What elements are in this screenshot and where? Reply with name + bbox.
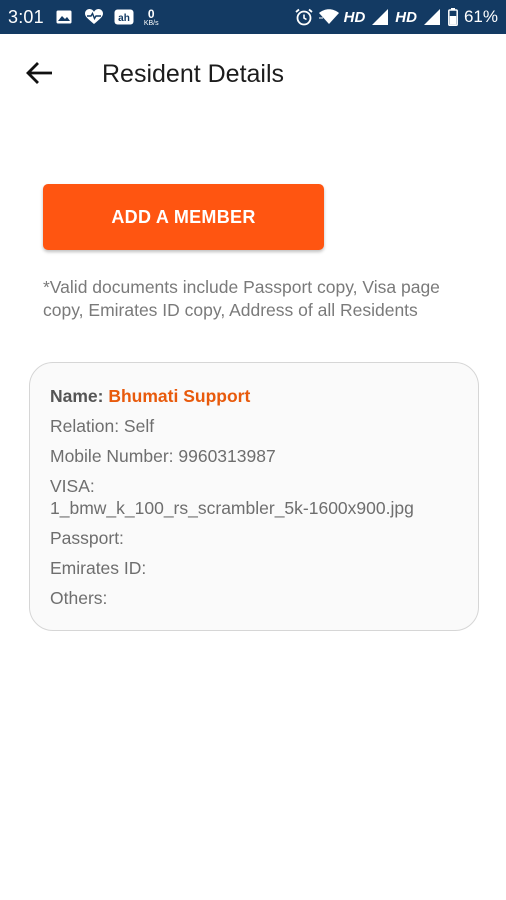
wifi-icon [318, 8, 339, 26]
app-notification-icon: ah [114, 8, 134, 26]
resident-relation: Relation: Self [50, 416, 155, 436]
network-speed: 0 KB/s [144, 8, 159, 27]
gallery-icon [54, 8, 74, 26]
status-bar: 3:01 ah 0 KB/s HD HD 61% [0, 0, 506, 34]
heart-pulse-icon [84, 8, 104, 26]
resident-name-row: Name: Bhumati Support [50, 385, 458, 407]
resident-passport: Passport: [50, 528, 124, 548]
page-title: Resident Details [102, 60, 285, 88]
status-time: 3:01 [8, 6, 44, 27]
network-type-1: HD [343, 8, 366, 26]
resident-others: Others: [50, 588, 108, 608]
resident-mobile: Mobile Number: 9960313987 [50, 446, 276, 466]
resident-visa-label: VISA: [50, 476, 95, 496]
network-speed-value: 0 [147, 6, 155, 21]
alarm-icon [294, 8, 314, 26]
network-type-2: HD [395, 8, 417, 26]
resident-card[interactable]: Name: Bhumati Support Relation: Self Mob… [29, 362, 479, 631]
status-bar-right: HD HD 61% [294, 7, 498, 27]
svg-text:ah: ah [118, 13, 130, 24]
signal-icon [370, 8, 390, 26]
app-bar: Resident Details [0, 34, 506, 114]
add-member-button[interactable]: ADD A MEMBER [43, 184, 324, 250]
status-bar-left: 3:01 ah 0 KB/s [8, 7, 159, 28]
arrow-left-icon [26, 62, 52, 84]
resident-name-label: Name: [50, 386, 109, 406]
resident-emirates-id: Emirates ID: [50, 558, 147, 578]
network-speed-unit: KB/s [143, 19, 159, 27]
battery-percent: 61% [463, 7, 498, 26]
signal-icon [422, 8, 442, 26]
back-button[interactable] [22, 56, 56, 90]
resident-name-value: Bhumati Support [108, 386, 251, 406]
documents-note: *Valid documents include Passport copy, … [43, 277, 440, 320]
battery-icon [447, 8, 459, 26]
resident-visa-file[interactable]: 1_bmw_k_100_rs_scrambler_5k-1600x900.jpg [50, 497, 458, 519]
